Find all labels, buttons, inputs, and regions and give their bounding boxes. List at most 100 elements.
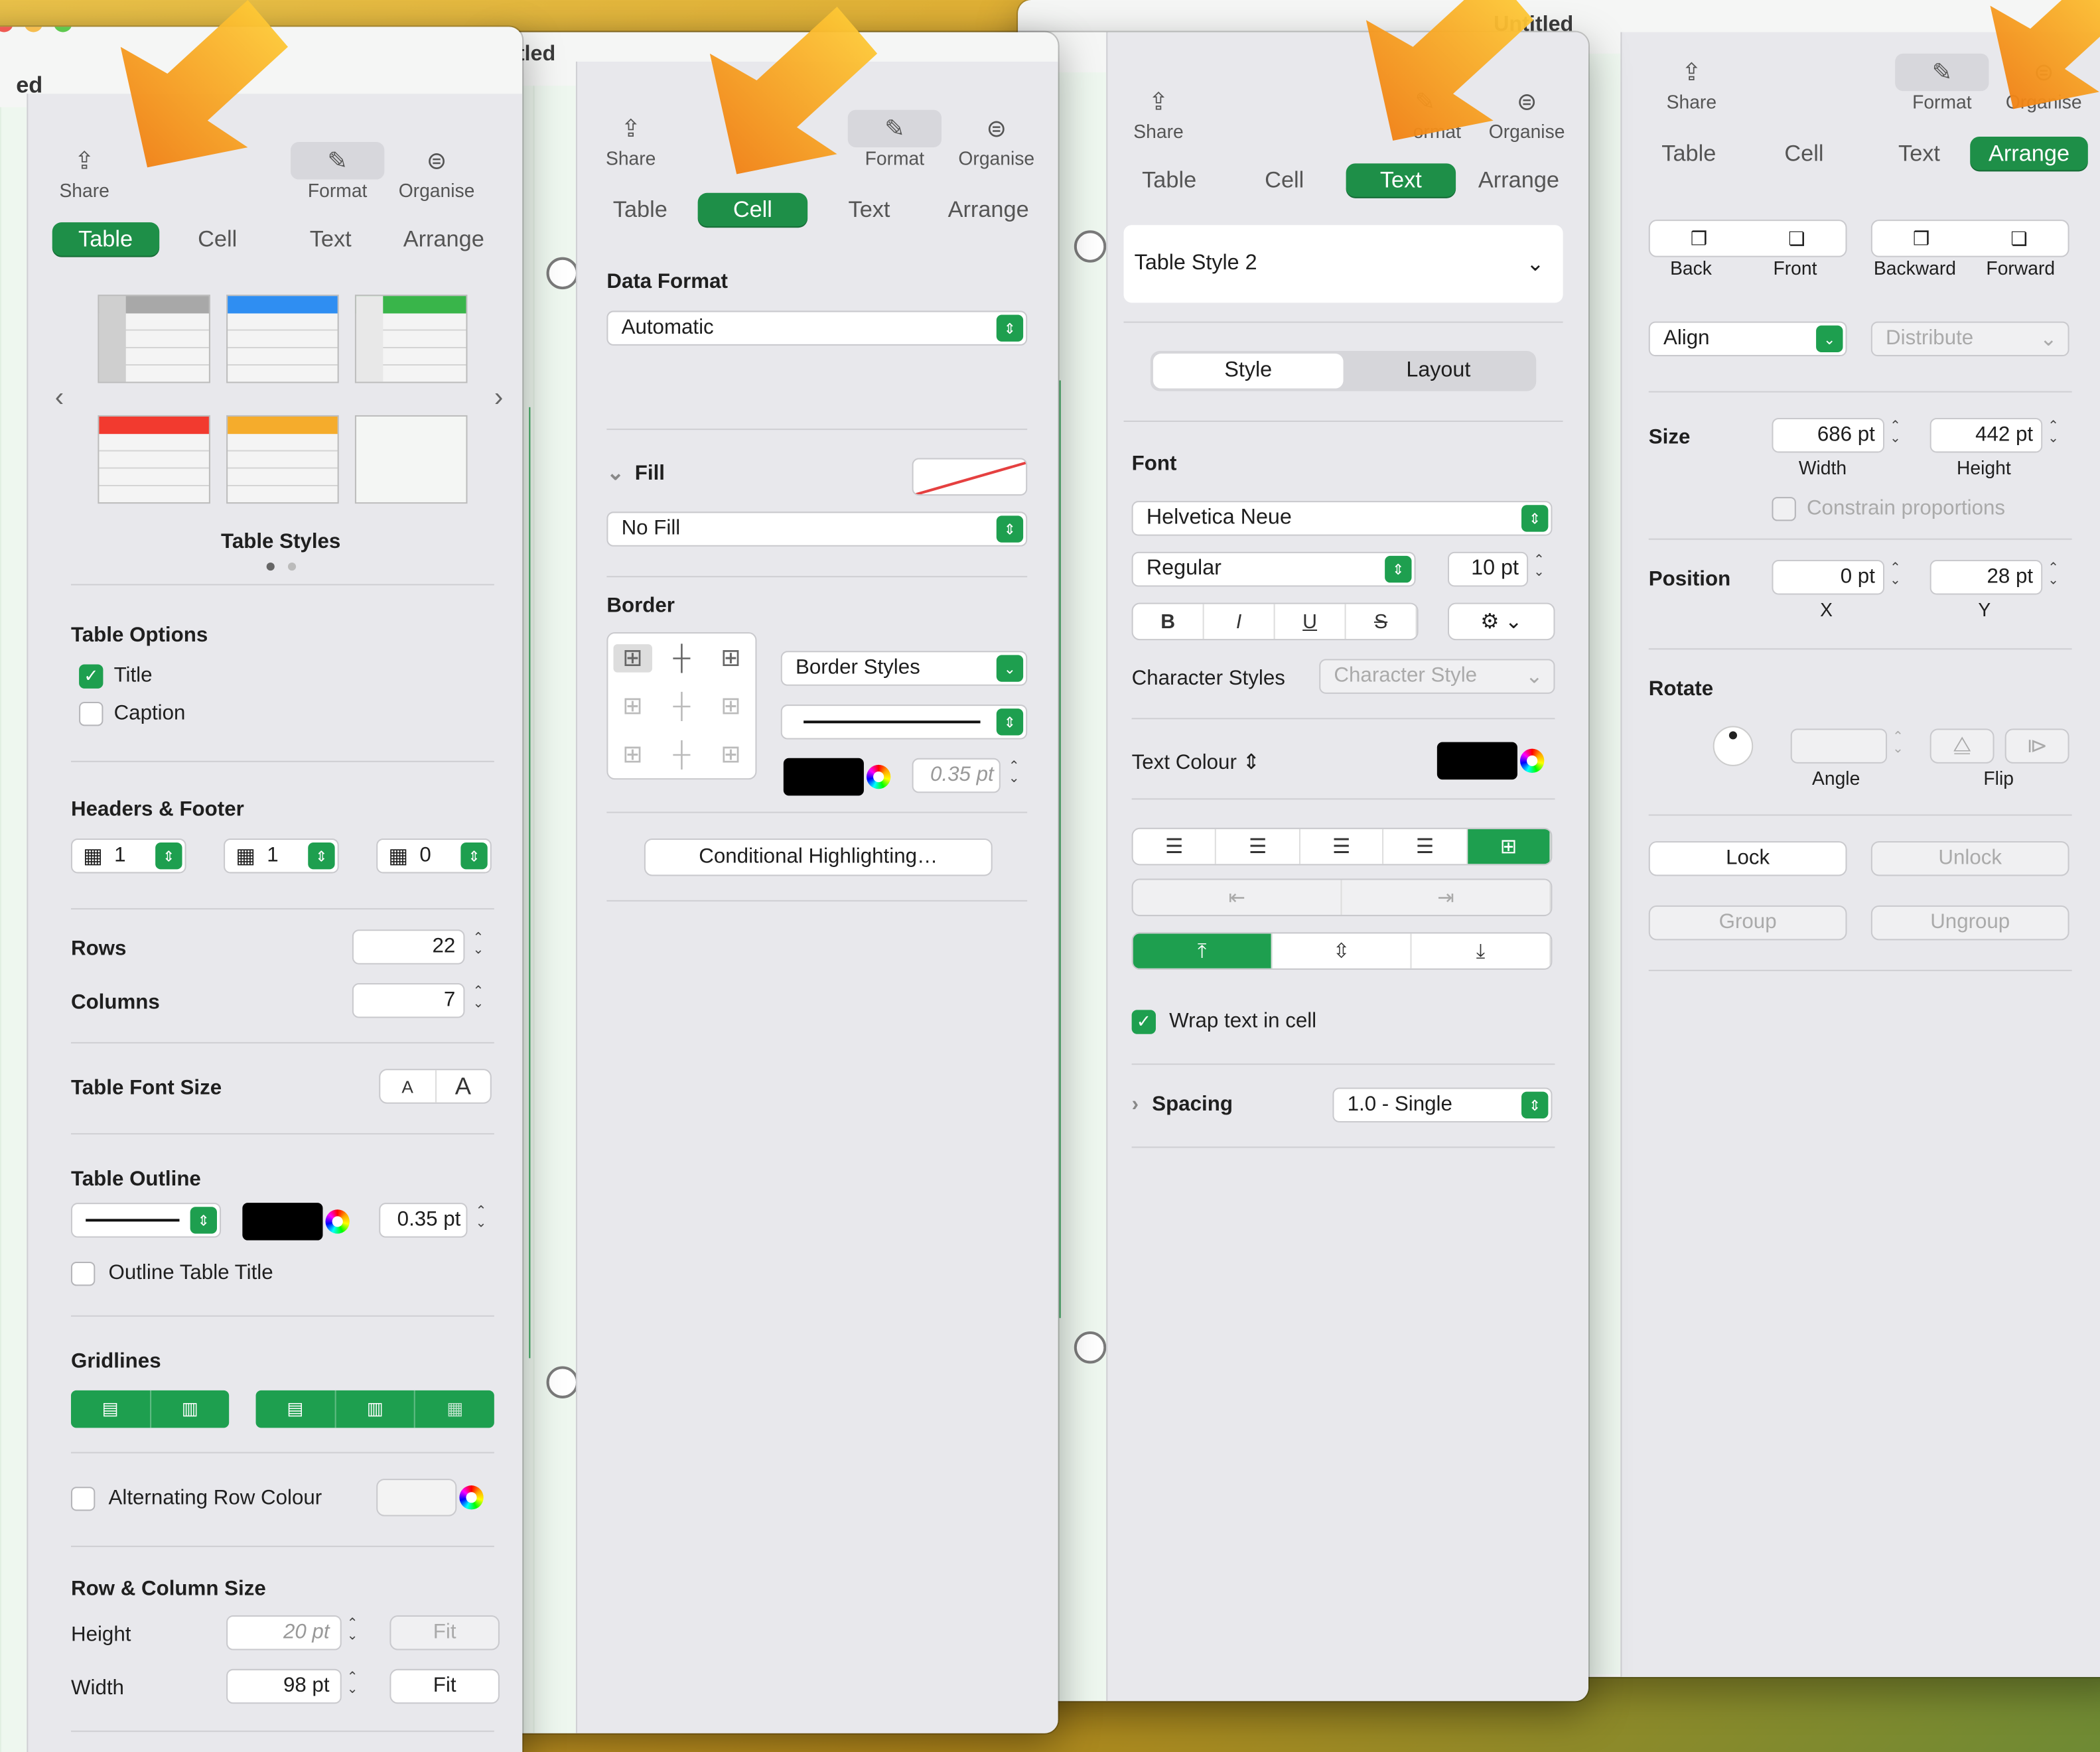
- strikethrough-button[interactable]: S: [1346, 604, 1417, 640]
- organise-button[interactable]: ⊜Organise: [947, 110, 1046, 169]
- tab-text[interactable]: Text: [1346, 163, 1456, 198]
- vertical-gridlines-icon[interactable]: ▥: [151, 1390, 229, 1428]
- align-right-icon[interactable]: ☰: [1300, 829, 1384, 864]
- text-colour-label[interactable]: Text Colour ⇕: [1132, 750, 1260, 775]
- font-family-select[interactable]: Helvetica Neue ⇕: [1131, 501, 1553, 536]
- column-width-field[interactable]: 98 pt: [226, 1668, 342, 1704]
- align-top-icon[interactable]: ⤒: [1133, 933, 1273, 969]
- fill-title[interactable]: ⌄ Fill: [606, 461, 665, 486]
- rows-stepper[interactable]: ⌃ ⌄: [473, 931, 484, 957]
- width-stepper[interactable]: ⌃ ⌄: [1890, 420, 1901, 445]
- y-stepper[interactable]: ⌃ ⌄: [2048, 562, 2059, 587]
- share-button[interactable]: ⇪ Share: [1118, 83, 1198, 142]
- rows-field[interactable]: 22: [352, 929, 465, 965]
- fit-width-button[interactable]: Fit: [389, 1668, 500, 1704]
- previous-styles-icon[interactable]: ‹: [55, 383, 64, 413]
- border-colour-swatch[interactable]: [783, 758, 864, 796]
- colour-wheel-icon[interactable]: [1519, 748, 1545, 774]
- footer-rows-select[interactable]: ▦ 0 ⇕: [376, 838, 492, 874]
- smaller-font-button[interactable]: A: [380, 1070, 437, 1103]
- body-vertical-gridlines-icon[interactable]: ▥: [336, 1390, 416, 1428]
- table-style-1[interactable]: [98, 295, 210, 383]
- resize-handle[interactable]: [1074, 1331, 1107, 1364]
- outline-style-select[interactable]: ⇕: [70, 1203, 222, 1238]
- tab-text[interactable]: Text: [807, 193, 931, 228]
- flip-horizontal-button[interactable]: ⧋: [1929, 728, 1995, 764]
- font-weight-select[interactable]: Regular ⇕: [1131, 551, 1416, 587]
- table-style-3[interactable]: [354, 295, 468, 383]
- footer-gridlines-icon[interactable]: ▦: [415, 1390, 494, 1428]
- tab-cell[interactable]: Cell: [1740, 137, 1868, 171]
- group-button[interactable]: Group: [1648, 905, 1847, 941]
- fill-swatch[interactable]: [912, 458, 1028, 496]
- paragraph-style-select[interactable]: Table Style 2 ⌄: [1123, 225, 1563, 303]
- tab-cell[interactable]: Cell: [159, 222, 275, 257]
- increase-indent-icon[interactable]: ⇥: [1342, 880, 1551, 915]
- flip-vertical-button[interactable]: ⧐: [2004, 728, 2069, 764]
- horizontal-gridlines-icon[interactable]: ▤: [71, 1390, 151, 1428]
- distribute-select[interactable]: Distribute ⌄: [1870, 321, 2069, 357]
- fill-select[interactable]: No Fill ⇕: [606, 511, 1028, 547]
- bold-button[interactable]: B: [1133, 604, 1204, 640]
- x-stepper[interactable]: ⌃ ⌄: [1890, 562, 1901, 587]
- border-horizontal-icon[interactable]: ┼: [657, 740, 706, 768]
- share-button[interactable]: ⇪ Share: [591, 110, 671, 169]
- height-stepper[interactable]: ⌃ ⌄: [2048, 420, 2059, 445]
- resize-handle[interactable]: [1074, 230, 1107, 263]
- body-horizontal-gridlines-icon[interactable]: ▤: [256, 1390, 336, 1428]
- rotate-dial[interactable]: [1713, 726, 1754, 766]
- border-styles-select[interactable]: Border Styles ⌄: [780, 651, 1028, 686]
- border-all-icon[interactable]: ⊞: [706, 643, 755, 671]
- format-button[interactable]: ✎ Format: [1892, 53, 1991, 113]
- table-style-4[interactable]: [98, 415, 210, 504]
- border-vertical-icon[interactable]: ┼: [657, 692, 706, 720]
- character-styles-select[interactable]: Character Style ⌄: [1319, 659, 1555, 694]
- wrap-text-checkbox[interactable]: ✓: [1131, 1010, 1156, 1034]
- ungroup-button[interactable]: Ungroup: [1870, 905, 2069, 941]
- colour-wheel-icon[interactable]: [866, 764, 891, 789]
- style-segment[interactable]: Style: [1153, 354, 1344, 389]
- columns-stepper[interactable]: ⌃ ⌄: [473, 985, 484, 1010]
- tab-text[interactable]: Text: [1868, 137, 1970, 171]
- font-size-stepper[interactable]: ⌃ ⌄: [1533, 554, 1545, 579]
- resize-handle[interactable]: [546, 1366, 579, 1398]
- next-styles-icon[interactable]: ›: [494, 383, 503, 413]
- outline-width-stepper[interactable]: ⌃ ⌄: [476, 1205, 487, 1230]
- alternating-row-checkbox[interactable]: [70, 1487, 96, 1511]
- row-height-stepper[interactable]: ⌃ ⌄: [347, 1617, 358, 1643]
- colour-wheel-icon[interactable]: [325, 1209, 350, 1234]
- fit-height-button[interactable]: Fit: [389, 1615, 500, 1651]
- border-width-stepper[interactable]: ⌃ ⌄: [1009, 760, 1020, 785]
- align-center-icon[interactable]: ☰: [1217, 829, 1300, 864]
- table-style-5[interactable]: [226, 415, 339, 504]
- spacing-label[interactable]: › Spacing: [1132, 1093, 1233, 1117]
- close-window-icon[interactable]: [0, 27, 14, 33]
- caption-checkbox[interactable]: [79, 702, 104, 726]
- title-checkbox[interactable]: ✓: [79, 664, 104, 689]
- columns-field[interactable]: 7: [352, 983, 465, 1018]
- spacing-select[interactable]: 1.0 - Single ⇕: [1332, 1087, 1553, 1123]
- table-style-6[interactable]: [354, 415, 468, 504]
- constrain-checkbox[interactable]: [1772, 497, 1796, 521]
- angle-field[interactable]: [1790, 728, 1888, 764]
- tab-arrange[interactable]: Arrange: [385, 222, 502, 257]
- data-format-select[interactable]: Automatic ⇕: [606, 310, 1028, 346]
- border-line-select[interactable]: ⇕: [780, 705, 1028, 740]
- tab-cell[interactable]: Cell: [697, 192, 808, 228]
- outline-width-field[interactable]: 0.35 pt: [379, 1203, 468, 1238]
- header-rows-select[interactable]: ▦ 1 ⇕: [70, 838, 186, 874]
- layout-segment[interactable]: Layout: [1344, 354, 1534, 388]
- border-right-icon[interactable]: ⊞: [706, 692, 755, 720]
- outline-colour-swatch[interactable]: [242, 1203, 323, 1241]
- tab-cell[interactable]: Cell: [1223, 163, 1346, 198]
- border-width-field[interactable]: 0.35 pt: [912, 758, 1001, 793]
- text-options-button[interactable]: ⚙ ⌄: [1447, 602, 1555, 641]
- resize-handle[interactable]: [546, 257, 579, 290]
- minimize-window-icon[interactable]: [24, 27, 43, 33]
- lock-button[interactable]: Lock: [1648, 841, 1847, 876]
- width-field[interactable]: 686 pt: [1772, 417, 1885, 453]
- larger-font-button[interactable]: A: [436, 1070, 490, 1102]
- auto-align-icon[interactable]: ⊞: [1467, 829, 1551, 864]
- tab-table[interactable]: Table: [583, 193, 698, 228]
- italic-button[interactable]: I: [1204, 604, 1275, 640]
